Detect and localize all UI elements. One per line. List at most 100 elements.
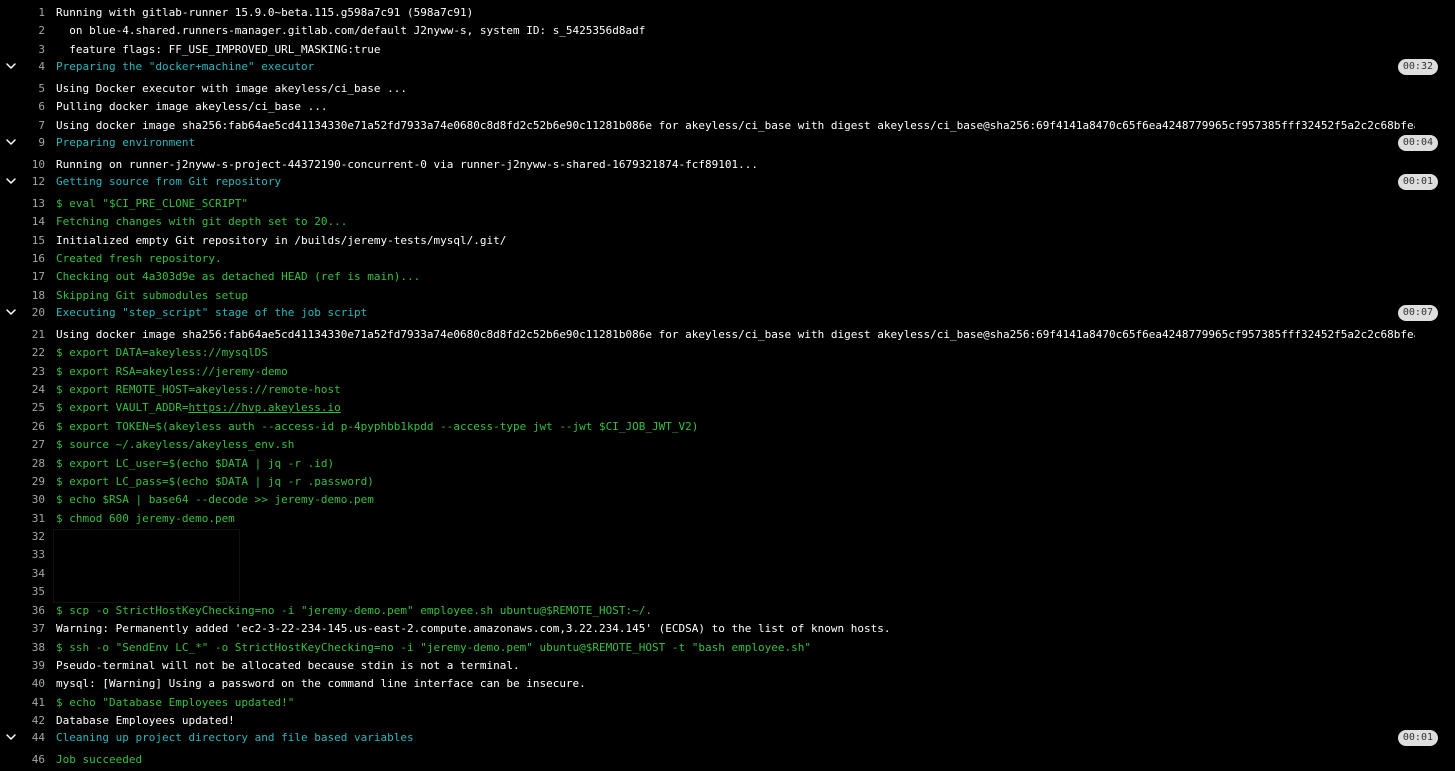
log-line: 24 $ export REMOTE_HOST=akeyless://remote… (0, 381, 1455, 399)
log-text: $ export LC_pass=$(echo $DATA | jq -r .p… (56, 475, 374, 488)
log-line: 41 $ echo "Database Employees updated!" (0, 694, 1455, 712)
line-number[interactable]: 32 (18, 528, 45, 546)
line-number[interactable]: 46 (18, 751, 45, 769)
log-line-text: Using docker image sha256:fab64ae5cd4113… (56, 326, 1415, 344)
line-number[interactable]: 38 (18, 639, 45, 657)
log-text: $ export TOKEN=$(akeyless auth --access-… (56, 420, 699, 433)
line-number[interactable]: 24 (18, 381, 45, 399)
line-number[interactable]: 3 (18, 41, 45, 59)
line-number[interactable]: 1 (18, 4, 45, 22)
log-text: Using docker image sha256:fab64ae5cd4113… (56, 328, 1415, 341)
log-line-text: Job succeeded (56, 751, 1415, 769)
section-duration-badge: 00:04 (1397, 135, 1438, 151)
log-line: 36 $ scp -o StrictHostKeyChecking=no -i "… (0, 602, 1455, 620)
line-number[interactable]: 7 (18, 117, 45, 135)
log-line: 21 Using docker image sha256:fab64ae5cd41… (0, 326, 1455, 344)
log-line-text: $ export LC_pass=$(echo $DATA | jq -r .p… (56, 473, 1415, 491)
section-duration-badge: 00:01 (1397, 174, 1438, 190)
log-section-header[interactable]: 4 Preparing the "docker+machine" executor… (0, 58, 1455, 76)
log-text: Getting source from Git repository (56, 175, 282, 188)
line-number[interactable]: 4 (18, 58, 45, 76)
log-line: 25 $ export VAULT_ADDR=https://hvp.akeyle… (0, 399, 1455, 417)
line-number[interactable]: 40 (18, 675, 45, 693)
line-number[interactable]: 20 (18, 304, 45, 322)
job-log: 1 Running with gitlab-runner 15.9.0~beta.… (0, 0, 1455, 771)
log-line-text: $ echo $RSA | base64 --decode >> jeremy-… (56, 491, 1415, 509)
vault-addr-link[interactable]: https://hvp.akeyless.io (188, 401, 340, 414)
chevron-down-icon[interactable] (4, 730, 18, 744)
line-number[interactable]: 21 (18, 326, 45, 344)
line-number[interactable]: 12 (18, 173, 45, 191)
line-number[interactable]: 31 (18, 510, 45, 528)
log-text: $ export LC_user=$(echo $DATA | jq -r .i… (56, 457, 335, 470)
line-number[interactable]: 44 (18, 729, 45, 747)
line-number[interactable]: 2 (18, 22, 45, 40)
log-line-text: $ scp -o StrictHostKeyChecking=no -i "je… (56, 602, 1415, 620)
line-number[interactable]: 27 (18, 436, 45, 454)
log-line-text: Running on runner-j2nyww-s-project-44372… (56, 156, 1415, 174)
log-line-text: $ export TOKEN=$(akeyless auth --access-… (56, 418, 1415, 436)
log-line-text: Warning: Permanently added 'ec2-3-22-234… (56, 620, 1415, 638)
log-section-header[interactable]: 12 Getting source from Git repository 00:0… (0, 173, 1455, 191)
line-number[interactable]: 17 (18, 268, 45, 286)
line-number[interactable]: 39 (18, 657, 45, 675)
line-number[interactable]: 34 (18, 565, 45, 583)
line-number[interactable]: 13 (18, 195, 45, 213)
log-line: 16 Created fresh repository. (0, 250, 1455, 268)
chevron-down-icon[interactable] (4, 305, 18, 319)
log-text: Pseudo-terminal will not be allocated be… (56, 659, 520, 672)
log-line-text: Created fresh repository. (56, 250, 1415, 268)
log-text: $ export DATA=akeyless://mysqlDS (56, 346, 268, 359)
log-text: $ echo $RSA | base64 --decode >> jeremy-… (56, 493, 374, 506)
log-section-header[interactable]: 9 Preparing environment 00:04 (0, 134, 1455, 152)
log-text: $ export RSA=akeyless://jeremy-demo (56, 365, 288, 378)
line-number[interactable]: 9 (18, 134, 45, 152)
log-line: 15 Initialized empty Git repository in /b… (0, 232, 1455, 250)
line-number[interactable]: 25 (18, 399, 45, 417)
line-number[interactable]: 29 (18, 473, 45, 491)
chevron-down-icon[interactable] (4, 135, 18, 149)
chevron-down-icon[interactable] (4, 59, 18, 73)
line-number[interactable]: 14 (18, 213, 45, 231)
line-number[interactable]: 37 (18, 620, 45, 638)
log-line: 10 Running on runner-j2nyww-s-project-443… (0, 156, 1455, 174)
log-line: 30 $ echo $RSA | base64 --decode >> jerem… (0, 491, 1455, 509)
line-number[interactable]: 41 (18, 694, 45, 712)
line-number[interactable]: 42 (18, 712, 45, 730)
log-line-text: Initialized empty Git repository in /bui… (56, 232, 1415, 250)
line-number[interactable]: 16 (18, 250, 45, 268)
log-line: 31 $ chmod 600 jeremy-demo.pem (0, 510, 1455, 528)
log-line-text: Checking out 4a303d9e as detached HEAD (… (56, 268, 1415, 286)
line-number[interactable]: 35 (18, 583, 45, 601)
log-line-text: Pulling docker image akeyless/ci_base ..… (56, 98, 1415, 116)
log-line-text: on blue-4.shared.runners-manager.gitlab.… (56, 22, 1415, 40)
line-number[interactable]: 22 (18, 344, 45, 362)
line-number[interactable]: 18 (18, 287, 45, 305)
line-number[interactable]: 5 (18, 80, 45, 98)
log-text: Pulling docker image akeyless/ci_base ..… (56, 100, 328, 113)
log-line: 46 Job succeeded (0, 751, 1455, 769)
log-line-text: $ export LC_user=$(echo $DATA | jq -r .i… (56, 455, 1415, 473)
line-number[interactable]: 15 (18, 232, 45, 250)
log-section-header[interactable]: 20 Executing "step_script" stage of the j… (0, 304, 1455, 322)
log-text: Job succeeded (56, 753, 143, 766)
log-line: 38 $ ssh -o "SendEnv LC_*" -o StrictHostK… (0, 639, 1455, 657)
line-number[interactable]: 6 (18, 98, 45, 116)
redacted-block (53, 529, 240, 603)
log-text: Using Docker executor with image akeyles… (56, 82, 407, 95)
log-text: Executing "step_script" stage of the job… (56, 306, 368, 319)
log-text: on blue-4.shared.runners-manager.gitlab.… (56, 24, 646, 37)
line-number[interactable]: 10 (18, 156, 45, 174)
log-text: Preparing the "docker+machine" executor (56, 60, 315, 73)
line-number[interactable]: 26 (18, 418, 45, 436)
line-number[interactable]: 23 (18, 363, 45, 381)
line-number[interactable]: 30 (18, 491, 45, 509)
log-line-text: Getting source from Git repository (56, 173, 1415, 191)
log-line: 5 Using Docker executor with image akeyle… (0, 80, 1455, 98)
chevron-down-icon[interactable] (4, 174, 18, 188)
log-text: Warning: Permanently added 'ec2-3-22-234… (56, 622, 891, 635)
line-number[interactable]: 36 (18, 602, 45, 620)
line-number[interactable]: 33 (18, 546, 45, 564)
log-section-header[interactable]: 44 Cleaning up project directory and file… (0, 729, 1455, 747)
line-number[interactable]: 28 (18, 455, 45, 473)
